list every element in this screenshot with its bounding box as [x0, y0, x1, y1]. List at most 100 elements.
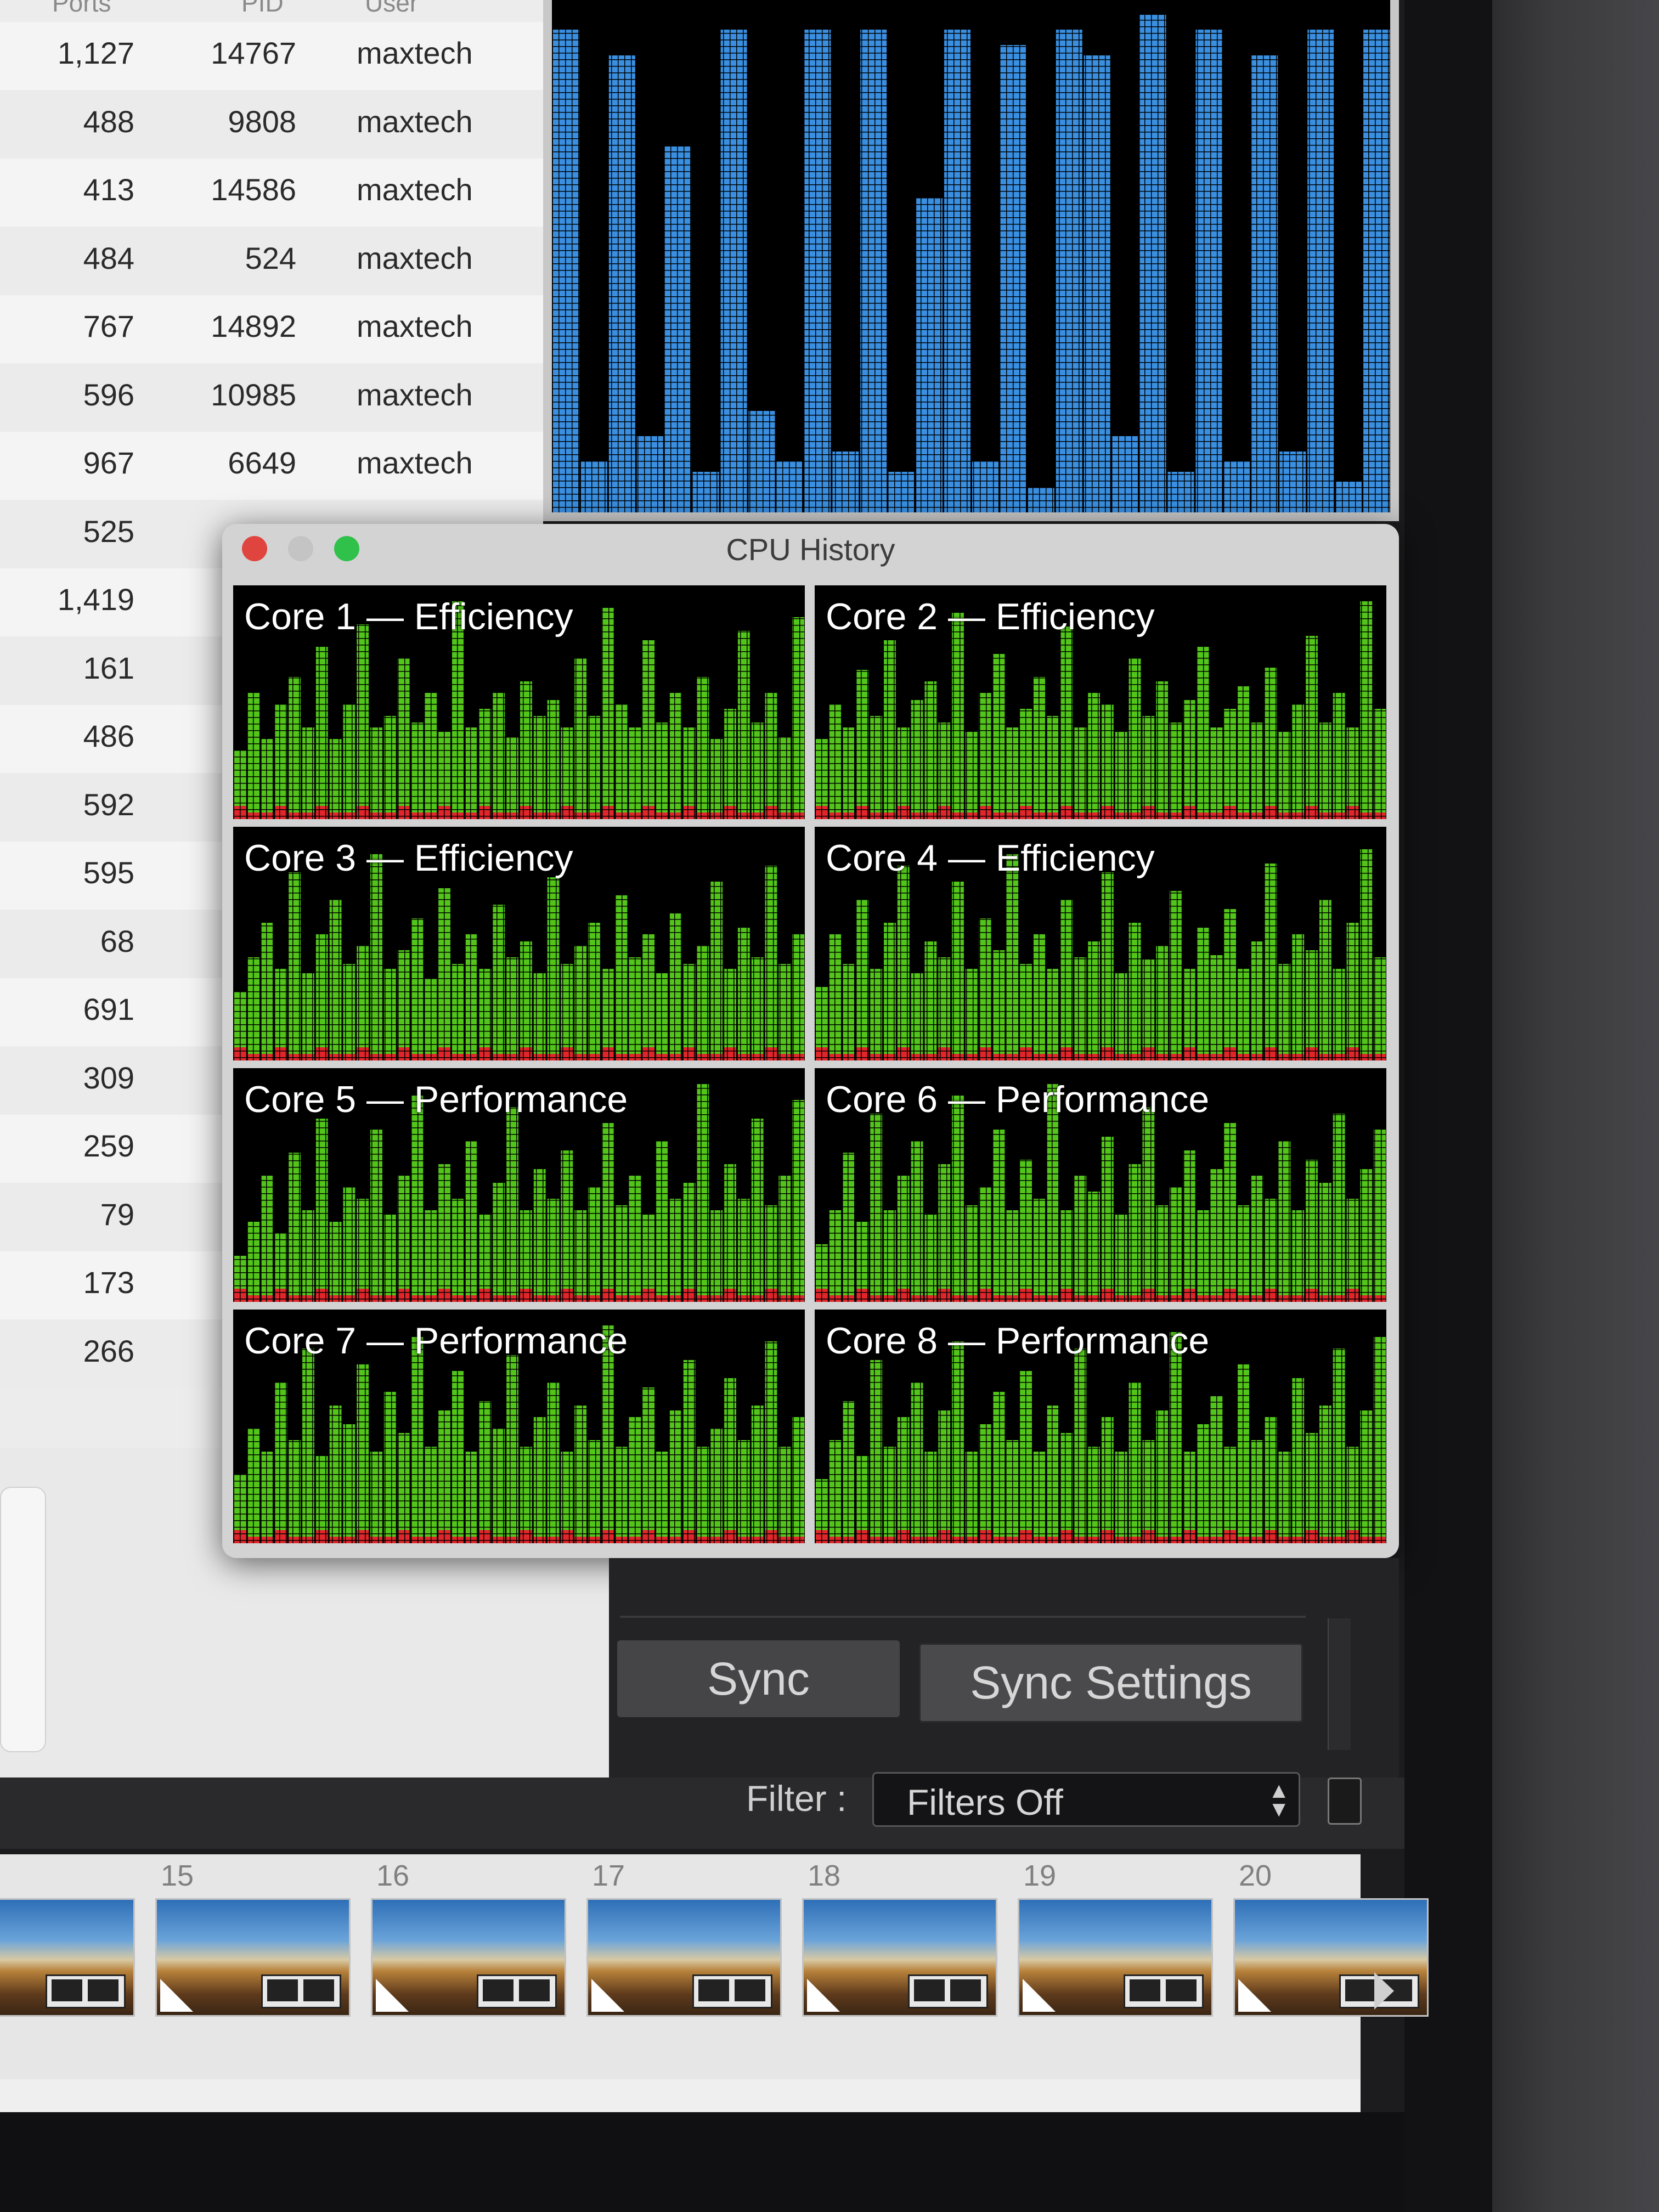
photo-thumbnail[interactable] — [1018, 1898, 1213, 2017]
ports-cell: 486 — [83, 719, 134, 753]
filmstrip-bottom-bar — [0, 2112, 1404, 2212]
photo-thumbnail[interactable] — [371, 1898, 566, 2017]
panel-divider — [620, 1616, 1306, 1618]
crop-icon — [1345, 1979, 1376, 2001]
ports-cell: 767 — [83, 309, 134, 343]
photo-thumbnail[interactable] — [802, 1898, 997, 2017]
user-cell: maxtech — [357, 104, 473, 139]
pid-cell: 9808 — [228, 104, 296, 139]
sync-settings-button[interactable]: Sync Settings — [919, 1643, 1303, 1723]
core-graph-4: Core 4 — Efficiency — [815, 827, 1386, 1060]
pid-cell: 14586 — [211, 172, 296, 207]
photo-thumbnail[interactable] — [1233, 1898, 1429, 2017]
core-graph-8: Core 8 — Performance — [815, 1310, 1386, 1543]
table-row[interactable]: 488 9808 maxtech — [0, 90, 543, 159]
develop-icon — [950, 1979, 981, 2001]
core-label: Core 7 — Performance — [244, 1320, 628, 1362]
ports-cell: 173 — [83, 1265, 134, 1300]
crop-icon — [267, 1979, 298, 2001]
photo-thumbnail[interactable] — [586, 1898, 782, 2017]
table-row[interactable]: 596 10985 maxtech — [0, 363, 543, 432]
table-row[interactable]: 767 14892 maxtech — [0, 295, 543, 363]
filmstrip-frame[interactable]: 15 — [150, 1854, 364, 2074]
filmstrip-next-icon[interactable] — [1374, 1972, 1394, 2010]
user-cell: maxtech — [357, 240, 473, 275]
ports-cell: 68 — [100, 923, 134, 958]
desk-background — [1481, 0, 1659, 2212]
develop-icon — [519, 1979, 550, 2001]
filmstrip: 15 16 17 18 19 20 — [0, 1854, 1429, 2112]
core-label: Core 2 — Efficiency — [826, 596, 1155, 637]
develop-icon — [1166, 1979, 1197, 2001]
filmstrip-frame[interactable]: 17 — [581, 1854, 795, 2074]
filter-lock-icon[interactable] — [1328, 1778, 1362, 1825]
ports-cell: 595 — [83, 855, 134, 890]
flag-badge-icon — [160, 1979, 193, 2012]
filmstrip-frame[interactable] — [0, 1854, 148, 2074]
ports-cell: 79 — [100, 1197, 134, 1232]
pid-cell: 6649 — [228, 445, 296, 480]
core-label: Core 8 — Performance — [826, 1320, 1210, 1362]
window-title: CPU History — [726, 532, 895, 567]
edit-badge-icon — [692, 1974, 772, 2008]
ports-cell: 592 — [83, 787, 134, 822]
column-header-user[interactable]: User — [365, 0, 418, 21]
sync-button[interactable]: Sync — [617, 1640, 900, 1717]
frame-number: 20 — [1239, 1859, 1272, 1892]
filter-select[interactable]: Filters Off ▲ ▼ — [872, 1772, 1300, 1827]
flag-badge-icon — [376, 1979, 409, 2012]
photo-thumbnail[interactable] — [155, 1898, 351, 2017]
core-graph-5: Core 5 — Performance — [233, 1068, 805, 1302]
panel-scrollbar[interactable] — [1328, 1618, 1351, 1750]
crop-icon — [52, 1979, 82, 2001]
flag-badge-icon — [807, 1979, 840, 2012]
flag-badge-icon — [1023, 1979, 1056, 2012]
edit-badge-icon — [1124, 1974, 1204, 2008]
select-stepper-icon: ▲ ▼ — [1268, 1779, 1290, 1821]
edit-badge-icon — [477, 1974, 557, 2008]
core-graph-1: Core 1 — Efficiency — [233, 585, 805, 819]
ports-cell: 259 — [83, 1128, 134, 1163]
crop-icon — [1130, 1979, 1160, 2001]
ports-cell: 484 — [83, 240, 134, 275]
ports-cell: 967 — [83, 445, 134, 480]
table-row[interactable]: 413 14586 maxtech — [0, 159, 543, 227]
user-cell: maxtech — [357, 309, 473, 343]
ports-cell: 596 — [83, 377, 134, 412]
column-header-pid[interactable]: PID — [241, 0, 284, 21]
develop-icon — [735, 1979, 765, 2001]
ports-cell: 309 — [83, 1060, 134, 1095]
core-label: Core 1 — Efficiency — [244, 596, 573, 637]
filmstrip-frame[interactable]: 18 — [797, 1854, 1011, 2074]
filter-select-value: Filters Off — [907, 1782, 1063, 1822]
crop-icon — [698, 1979, 729, 2001]
photo-thumbnail[interactable] — [0, 1898, 135, 2017]
user-cell: maxtech — [357, 377, 473, 412]
cpu-usage-bars — [552, 0, 1390, 512]
edit-badge-icon — [908, 1974, 988, 2008]
user-cell: maxtech — [357, 172, 473, 207]
core-graph-6: Core 6 — Performance — [815, 1068, 1386, 1302]
edit-badge-icon — [261, 1974, 341, 2008]
ports-cell: 413 — [83, 172, 134, 207]
frame-number: 19 — [1023, 1859, 1057, 1892]
column-header-ports[interactable]: Ports — [52, 0, 111, 21]
user-cell: maxtech — [357, 36, 473, 70]
filmstrip-frame[interactable]: 16 — [365, 1854, 579, 2074]
filter-label: Filter : — [746, 1778, 847, 1819]
ports-cell: 266 — [83, 1333, 134, 1368]
filmstrip-frame[interactable]: 19 — [1012, 1854, 1226, 2074]
table-row[interactable]: 484 524 maxtech — [0, 227, 543, 295]
crop-icon — [483, 1979, 514, 2001]
table-row[interactable]: 1,127 14767 maxtech — [0, 22, 543, 90]
frame-number: 16 — [376, 1859, 410, 1892]
pid-cell: 10985 — [211, 377, 296, 412]
window-titlebar[interactable]: CPU History — [222, 524, 1399, 579]
filmstrip-frame[interactable]: 20 — [1228, 1854, 1442, 2074]
ports-cell: 161 — [83, 650, 134, 685]
edit-badge-icon — [46, 1974, 126, 2008]
table-row[interactable]: 967 6649 maxtech — [0, 432, 543, 500]
core-label: Core 5 — Performance — [244, 1079, 628, 1120]
info-subpanel — [0, 1487, 46, 1752]
flag-badge-icon — [591, 1979, 624, 2012]
